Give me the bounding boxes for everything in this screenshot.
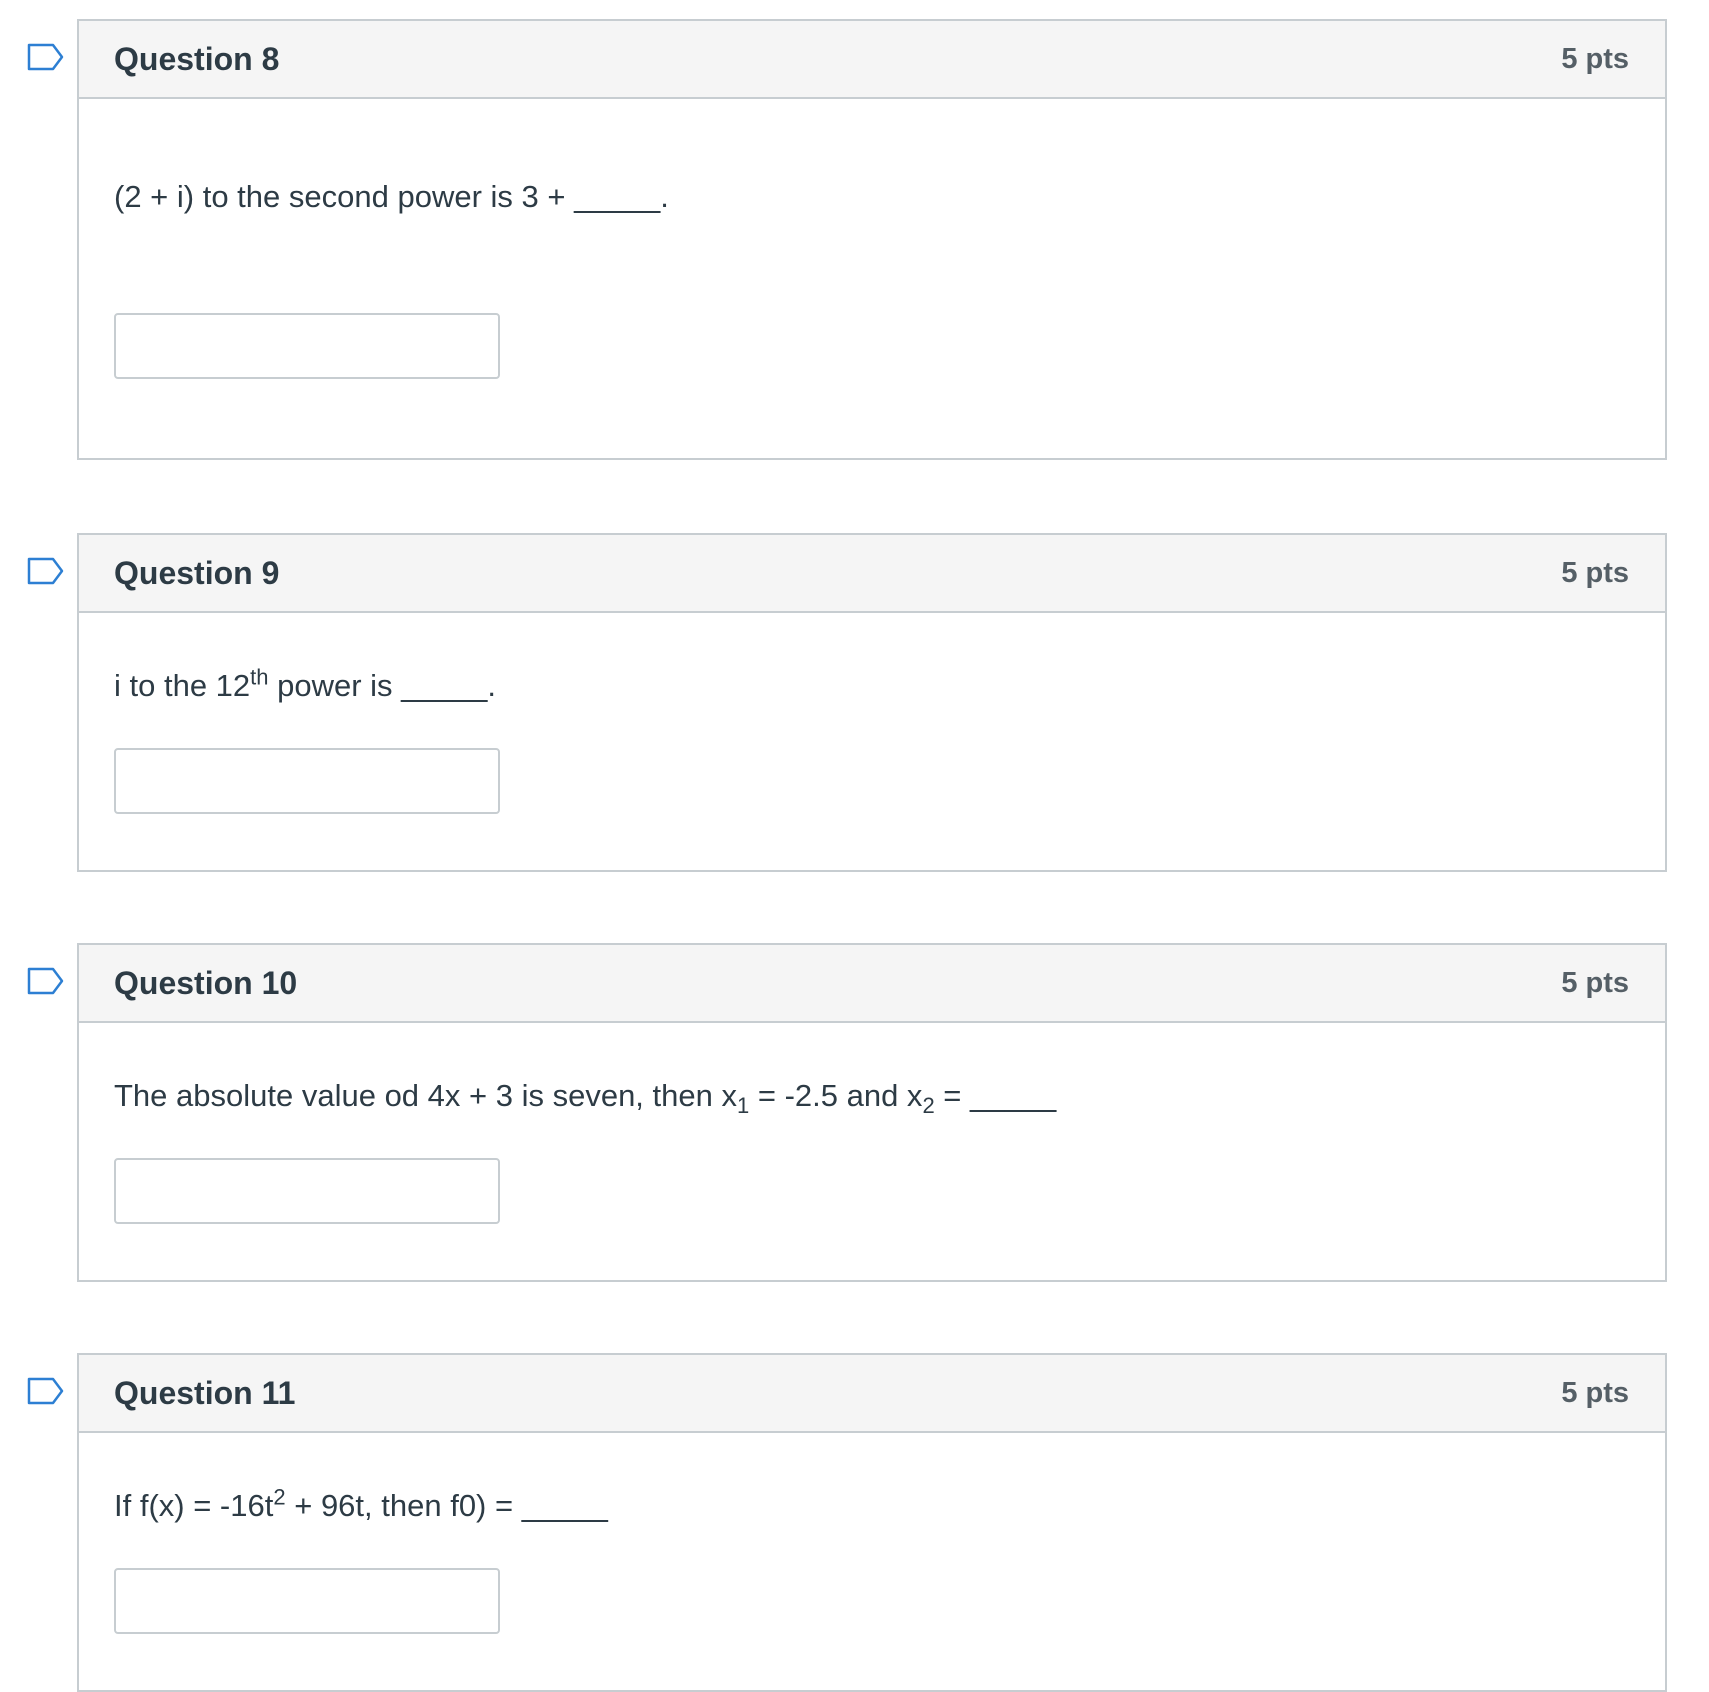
question-title: Question 11 (114, 1374, 296, 1411)
question-text: If f(x) = -16t2 + 96t, then f0) = _____ (114, 1433, 1630, 1526)
question-title: Question 10 (114, 964, 298, 1001)
superscript: 2 (273, 1484, 286, 1510)
flag-question-9-icon[interactable] (27, 557, 65, 585)
question-points: 5 pts (1561, 1376, 1629, 1409)
question-header: Question 8 5 pts (79, 21, 1665, 99)
question-text-part: (2 + i) to the second power is 3 + _____… (114, 179, 669, 214)
question-points: 5 pts (1561, 42, 1629, 75)
answer-input[interactable] (114, 1568, 500, 1634)
subscript: 1 (736, 1093, 750, 1119)
question-header: Question 9 5 pts (79, 535, 1665, 613)
answer-input[interactable] (114, 748, 500, 814)
question-11: Question 11 5 pts If f(x) = -16t2 + 96t,… (77, 1353, 1667, 1692)
subscript: 2 (922, 1093, 935, 1119)
question-header: Question 11 5 pts (79, 1355, 1665, 1433)
question-title: Question 9 (114, 554, 280, 591)
question-text: i to the 12th power is _____. (114, 613, 1630, 706)
question-body: i to the 12th power is _____. (79, 613, 1665, 814)
question-points: 5 pts (1561, 966, 1629, 999)
question-text-part: + 96t, then f0) = _____ (285, 1488, 608, 1523)
question-10: Question 10 5 pts The absolute value od … (77, 943, 1667, 1282)
question-body: (2 + i) to the second power is 3 + _____… (79, 99, 1665, 379)
flag-question-8-icon[interactable] (27, 43, 65, 71)
question-body: If f(x) = -16t2 + 96t, then f0) = _____ (79, 1433, 1665, 1634)
question-text: The absolute value od 4x + 3 is seven, t… (114, 1023, 1630, 1119)
superscript: th (250, 664, 269, 690)
question-text-part: i to the 12 (114, 668, 251, 703)
question-points: 5 pts (1561, 556, 1629, 589)
flag-question-11-icon[interactable] (27, 1377, 65, 1405)
question-text: (2 + i) to the second power is 3 + _____… (114, 99, 1630, 217)
answer-input[interactable] (114, 1158, 500, 1224)
question-title: Question 8 (114, 40, 280, 77)
question-body: The absolute value od 4x + 3 is seven, t… (79, 1023, 1665, 1224)
question-text-part: power is _____. (268, 668, 496, 703)
answer-input[interactable] (114, 313, 500, 379)
question-9: Question 9 5 pts i to the 12th power is … (77, 533, 1667, 872)
question-text-part: = _____ (934, 1078, 1057, 1113)
question-8: Question 8 5 pts (2 + i) to the second p… (77, 19, 1667, 460)
flag-question-10-icon[interactable] (27, 967, 65, 995)
question-text-part: = -2.5 and x (749, 1078, 923, 1113)
question-text-part: The absolute value od 4x + 3 is seven, t… (114, 1078, 737, 1113)
question-text-part: If f(x) = -16t (114, 1488, 274, 1523)
question-header: Question 10 5 pts (79, 945, 1665, 1023)
